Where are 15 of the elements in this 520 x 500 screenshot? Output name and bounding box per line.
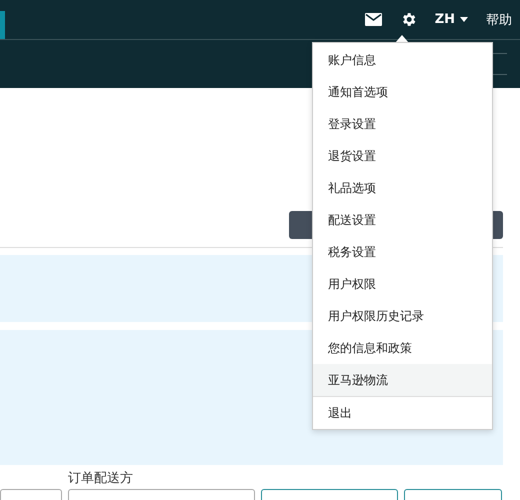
menu-item[interactable]: 退出 xyxy=(313,397,492,429)
menu-item[interactable]: 配送设置 xyxy=(313,204,492,236)
menu-item[interactable]: 礼品选项 xyxy=(313,172,492,204)
language-menu[interactable]: ZH xyxy=(434,12,468,27)
menu-item[interactable]: 亚马逊物流 xyxy=(313,364,492,396)
help-link[interactable]: 帮助 xyxy=(486,10,512,28)
menu-item[interactable]: 用户权限 xyxy=(313,268,492,300)
menu-item[interactable]: 您的信息和政策 xyxy=(313,332,492,364)
menu-item[interactable]: 用户权限历史记录 xyxy=(313,300,492,332)
menu-item[interactable]: 账户信息 xyxy=(313,44,492,76)
menu-item[interactable]: 通知首选项 xyxy=(313,76,492,108)
field-label: 订单配送方 xyxy=(68,472,133,486)
menu-item[interactable]: 税务设置 xyxy=(313,236,492,268)
menu-item[interactable]: 退货设置 xyxy=(313,140,492,172)
menu-item[interactable]: 登录设置 xyxy=(313,108,492,140)
